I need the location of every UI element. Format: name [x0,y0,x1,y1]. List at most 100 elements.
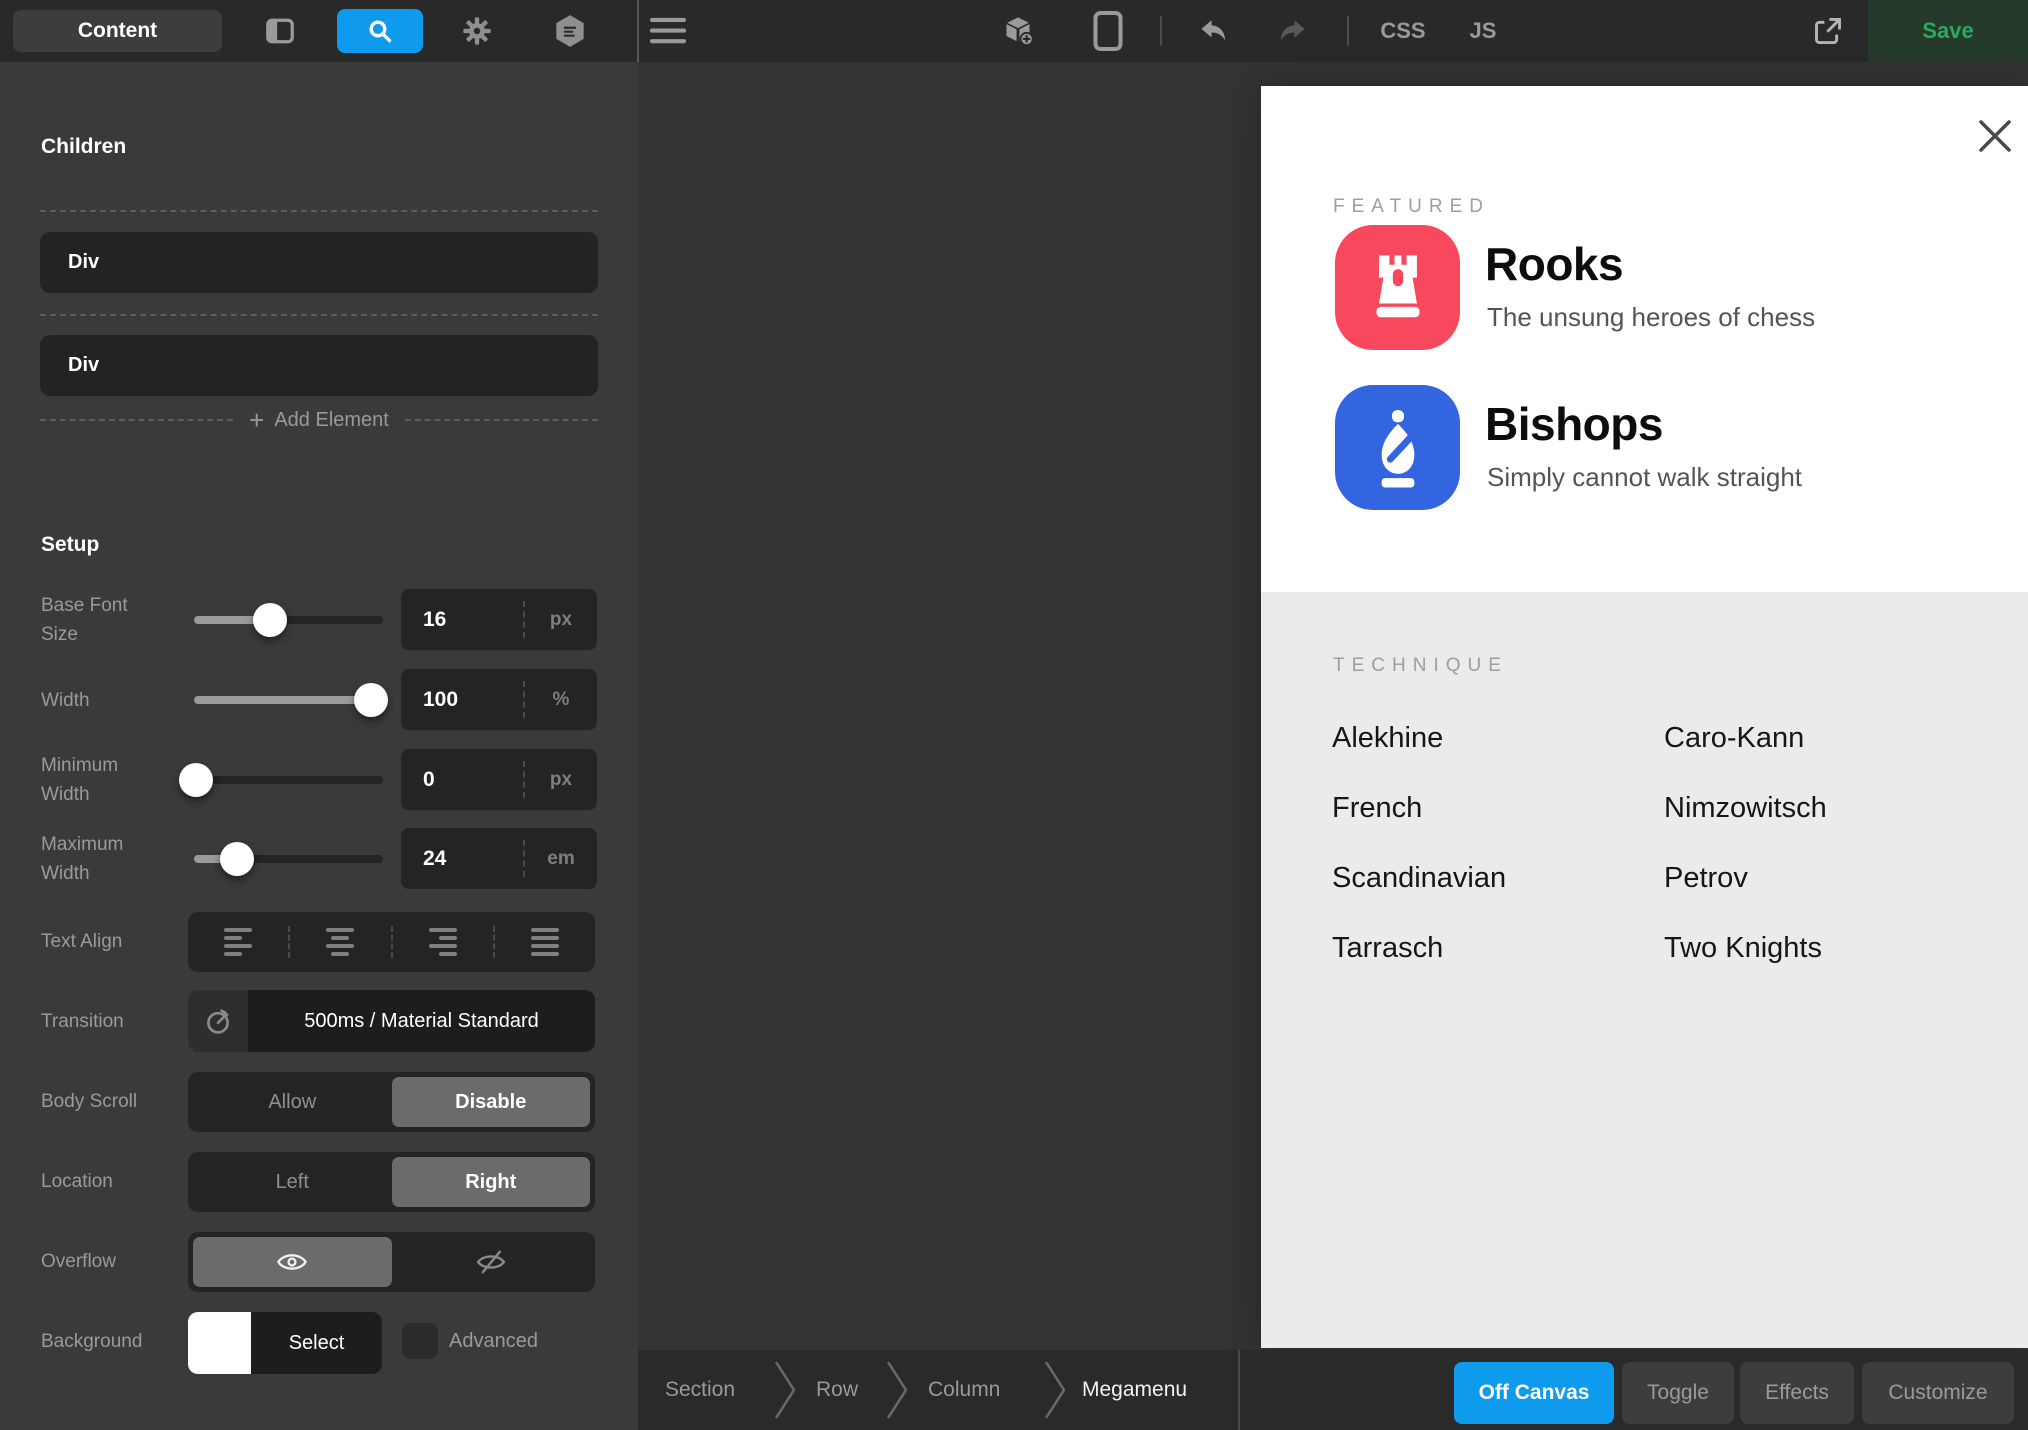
base-font-size-label: Base Font Size [41,591,128,649]
top-toolbar: Content [0,0,2028,62]
dash-right [405,419,598,421]
base-font-size-value: 16 [423,589,446,650]
child-element-div-2[interactable]: Div [40,335,598,396]
bottom-bar: Section Row Column Megamenu Off Canvas T… [638,1350,2028,1430]
technique-link[interactable]: Two Knights [1664,931,1822,965]
align-justify-icon [531,924,559,960]
width-value: 100 [423,669,458,730]
breadcrumb-chevron-icon [886,1362,908,1418]
minimum-width-unit: px [525,749,597,810]
minimum-width-input[interactable]: 0 px [401,749,597,810]
text-align-label: Text Align [41,927,122,956]
layers-button[interactable] [552,13,588,49]
overflow-hidden-option[interactable] [392,1237,591,1287]
maximum-width-input[interactable]: 24 em [401,828,597,889]
separator-dashed [40,210,598,212]
base-font-size-slider[interactable] [194,616,383,624]
body-scroll-label: Body Scroll [41,1087,137,1116]
minimum-width-slider[interactable] [194,776,383,784]
base-font-size-slider-knob[interactable] [253,603,287,637]
device-preview-button[interactable] [1090,13,1126,49]
location-right-option[interactable]: Right [392,1157,591,1207]
setup-heading: Setup [41,530,99,560]
background-advanced-checkbox[interactable] [402,1323,438,1359]
dash-left [40,419,233,421]
plus-icon: + [249,407,264,433]
breadcrumb-row[interactable]: Row [816,1376,858,1404]
align-center-button[interactable] [290,912,390,972]
content-button[interactable]: Content [13,10,222,52]
add-element-label: Add Element [274,409,389,432]
background-control: Select [188,1312,382,1374]
base-font-size-input[interactable]: 16 px [401,589,597,650]
transition-control[interactable]: 500ms / Material Standard [188,990,595,1052]
featured-item-title[interactable]: Bishops [1485,399,1663,449]
rooks-icon-tile[interactable] [1335,225,1460,350]
cube-plus-icon [1000,9,1036,53]
maximum-width-slider-knob[interactable] [220,842,254,876]
width-unit: % [525,669,597,730]
technique-link[interactable]: Nimzowitsch [1664,791,1827,825]
redo-button[interactable] [1275,13,1311,49]
align-center-icon [326,924,354,960]
technique-link[interactable]: Tarrasch [1332,931,1443,965]
technique-link[interactable]: Scandinavian [1332,861,1506,895]
body-scroll-disable-option[interactable]: Disable [392,1077,591,1127]
add-element-button[interactable]: + Add Element [40,406,598,434]
save-button[interactable]: Save [1868,0,2028,62]
background-color-swatch[interactable] [188,1312,251,1374]
open-preview-button[interactable] [1810,13,1846,49]
menu-button[interactable] [650,13,686,49]
megamenu-panel: FEATURED Rooks The unsung heroes of ches… [1261,86,2028,1348]
technique-heading: TECHNIQUE [1333,654,1508,678]
search-button[interactable] [337,9,423,53]
css-button[interactable]: CSS [1353,0,1453,62]
breadcrumb-chevron-icon [1044,1362,1066,1418]
minimum-width-slider-knob[interactable] [179,763,213,797]
megamenu-close-button[interactable] [1978,119,2012,153]
breadcrumb-column[interactable]: Column [928,1376,1000,1404]
add-element-toolbar-button[interactable] [1000,13,1036,49]
minimum-width-label: Minimum Width [41,751,118,809]
search-icon [363,14,397,48]
undo-button[interactable] [1195,13,1231,49]
app: Content [0,0,2028,1430]
width-input[interactable]: 100 % [401,669,597,730]
location-segmented: Left Right [188,1152,595,1212]
child-element-div-1[interactable]: Div [40,232,598,293]
bishop-icon [1355,405,1441,491]
settings-button[interactable] [459,13,495,49]
breadcrumb-section[interactable]: Section [665,1376,735,1404]
background-select-button[interactable]: Select [251,1312,382,1374]
technique-link[interactable]: Caro-Kann [1664,721,1804,755]
sidebar-toggle-button[interactable] [262,13,298,49]
base-font-size-unit: px [525,589,597,650]
maximum-width-value: 24 [423,828,446,889]
toggle-tab[interactable]: Toggle [1622,1362,1734,1424]
location-left-option[interactable]: Left [193,1157,392,1207]
hexagon-layers-icon [552,13,588,49]
body-scroll-allow-option[interactable]: Allow [193,1077,392,1127]
off-canvas-tab[interactable]: Off Canvas [1454,1362,1614,1424]
technique-section: TECHNIQUE Alekhine French Scandinavian T… [1261,592,2028,1348]
align-right-button[interactable] [393,912,493,972]
width-slider-knob[interactable] [354,683,388,717]
breadcrumb-megamenu[interactable]: Megamenu [1082,1376,1187,1404]
separator-dashed [40,314,598,316]
align-justify-button[interactable] [495,912,595,972]
featured-item-subtitle: Simply cannot walk straight [1487,462,1802,492]
customize-tab[interactable]: Customize [1862,1362,2014,1424]
effects-tab[interactable]: Effects [1740,1362,1854,1424]
technique-link[interactable]: Alekhine [1332,721,1443,755]
technique-link[interactable]: French [1332,791,1422,825]
featured-item-title[interactable]: Rooks [1485,239,1623,289]
align-left-button[interactable] [188,912,288,972]
bishops-icon-tile[interactable] [1335,385,1460,510]
overflow-visible-option[interactable] [193,1237,392,1287]
breadcrumb-chevron-icon [774,1362,796,1418]
rook-icon [1355,245,1441,331]
sidebar-panel-icon [262,13,298,49]
js-button[interactable]: JS [1443,0,1523,62]
technique-link[interactable]: Petrov [1664,861,1748,895]
toolbar-mini-divider-2 [1347,16,1349,46]
